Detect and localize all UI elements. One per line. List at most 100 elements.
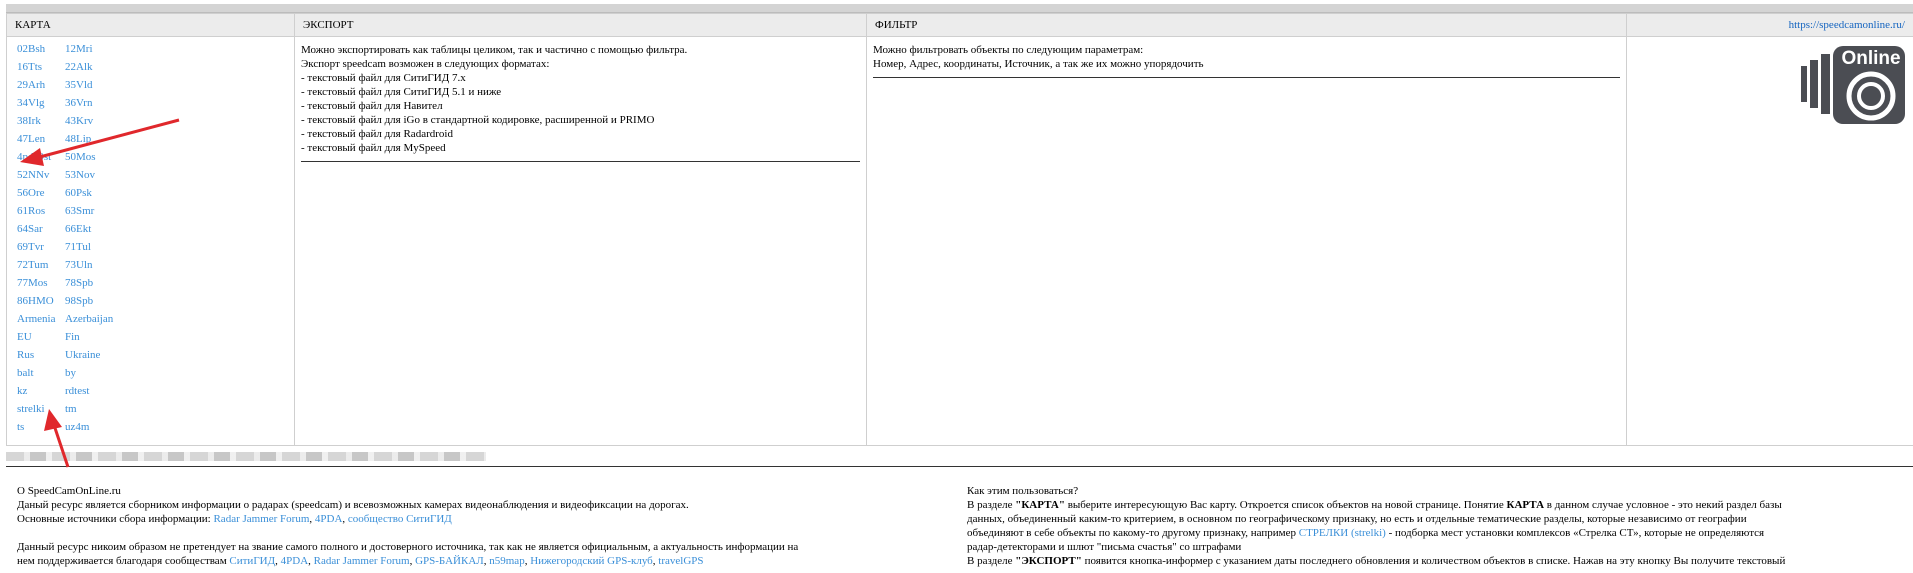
map-cell-item: tm xyxy=(65,403,113,421)
map-link[interactable]: 22Alk xyxy=(65,61,93,73)
about-line: Даный ресурс является сборником информац… xyxy=(17,499,689,511)
map-link[interactable]: EU xyxy=(17,331,32,343)
source-link-rjf[interactable]: Radar Jammer Forum xyxy=(213,513,309,525)
map-link[interactable]: 71Tul xyxy=(65,241,91,253)
map-link[interactable]: balt xyxy=(17,367,34,379)
map-link[interactable]: Fin xyxy=(65,331,80,343)
filter-line: Номер, Адрес, координаты, Источник, а та… xyxy=(873,58,1204,70)
map-row: 47Len 48Lip xyxy=(17,133,113,151)
map-link[interactable]: 29Arh xyxy=(17,79,45,91)
map-link[interactable]: 52NNv xyxy=(17,169,49,181)
map-link[interactable]: tm xyxy=(65,403,77,415)
top-bar xyxy=(6,4,1913,13)
map-cell-item: 43Krv xyxy=(65,115,113,133)
text: В разделе xyxy=(967,499,1016,511)
map-link[interactable]: Azerbaijan xyxy=(65,313,113,325)
map-link[interactable]: by xyxy=(65,367,76,379)
map-link[interactable]: rdtest xyxy=(65,385,89,397)
map-cell-item: 63Smr xyxy=(65,205,113,223)
map-link[interactable]: 86HMO xyxy=(17,295,54,307)
map-row: kz rdtest xyxy=(17,385,113,403)
map-link[interactable]: Rus xyxy=(17,349,34,361)
source-link-citygid[interactable]: сообщество СитиГИД xyxy=(348,513,452,525)
map-link[interactable]: 47Len xyxy=(17,133,45,145)
map-cell-item: ts xyxy=(17,421,65,439)
map-cell-item: 16Tts xyxy=(17,61,65,79)
map-link[interactable]: 56Ore xyxy=(17,187,45,199)
map-link[interactable]: kz xyxy=(17,385,27,397)
map-row: 38Irk 43Krv xyxy=(17,115,113,133)
map-link[interactable]: 53Nov xyxy=(65,169,95,181)
map-link[interactable]: uz4m xyxy=(65,421,89,433)
community-link[interactable]: СитиГИД xyxy=(229,555,275,567)
map-link[interactable]: 64Sar xyxy=(17,223,43,235)
map-link[interactable]: 34Vlg xyxy=(17,97,45,109)
strelki-link[interactable]: СТРЕЛКИ (strelki) xyxy=(1299,527,1386,539)
map-link[interactable]: 98Spb xyxy=(65,295,93,307)
map-link[interactable]: 78Spb xyxy=(65,277,93,289)
map-row: 02Bsh 12Mri xyxy=(17,43,113,61)
map-link[interactable]: 69Tvr xyxy=(17,241,44,253)
map-cell-item: by xyxy=(65,367,113,385)
map-cell-item: 73Uln xyxy=(65,259,113,277)
map-link[interactable]: 12Mri xyxy=(65,43,93,55)
map-cell-item: 71Tul xyxy=(65,241,113,259)
map-row: 56Ore 60Psk xyxy=(17,187,113,205)
map-cell-item: uz4m xyxy=(65,421,113,439)
community-link[interactable]: 4PDA xyxy=(281,555,309,567)
filter-line: Можно фильтровать объекты по следующим п… xyxy=(873,44,1144,56)
logo-text: Online xyxy=(1841,48,1900,69)
text-bold: "КАРТА" xyxy=(1015,499,1065,511)
map-link[interactable]: 4pda0st xyxy=(17,151,51,163)
header-filter: ФИЛЬТР xyxy=(866,13,1627,37)
map-link[interactable]: 36Vrn xyxy=(65,97,92,109)
map-link[interactable]: 61Ros xyxy=(17,205,45,217)
map-link[interactable]: 16Tts xyxy=(17,61,42,73)
map-link[interactable]: ts xyxy=(17,421,24,433)
map-link[interactable]: 43Krv xyxy=(65,115,93,127)
map-link[interactable]: 35Vld xyxy=(65,79,93,91)
community-link[interactable]: Нижегородский GPS-клуб xyxy=(530,555,653,567)
map-row: Armenia Azerbaijan xyxy=(17,313,113,331)
map-link[interactable]: 38Irk xyxy=(17,115,41,127)
map-link[interactable]: 72Tum xyxy=(17,259,48,271)
community-link[interactable]: GPS-БАЙКАЛ xyxy=(415,555,484,567)
speedcam-online-logo[interactable]: Online xyxy=(1801,46,1905,124)
export-line: Экспорт speedcam возможен в следующих фо… xyxy=(301,58,550,70)
map-link[interactable]: 66Ekt xyxy=(65,223,91,235)
text: выберите интересующую Вас карту. Откроет… xyxy=(1064,499,1507,511)
map-link[interactable]: strelki xyxy=(17,403,45,415)
map-cell-item: 22Alk xyxy=(65,61,113,79)
map-cell-item: 34Vlg xyxy=(17,97,65,115)
map-link[interactable]: 73Uln xyxy=(65,259,93,271)
map-link[interactable]: 50Mos xyxy=(65,151,96,163)
community-link[interactable]: Radar Jammer Forum xyxy=(314,555,410,567)
map-row: 34Vlg 36Vrn xyxy=(17,97,113,115)
map-link[interactable]: 60Psk xyxy=(65,187,92,199)
filter-divider xyxy=(873,77,1620,78)
map-link[interactable]: 48Lip xyxy=(65,133,91,145)
export-line: - текстовый файл для СитиГИД 7.x xyxy=(301,72,466,84)
map-row: balt by xyxy=(17,367,113,385)
map-row: 64Sar 66Ekt xyxy=(17,223,113,241)
site-link[interactable]: https://speedcamonline.ru/ xyxy=(1789,19,1905,31)
community-link[interactable]: travelGPS xyxy=(658,555,703,567)
map-link[interactable]: 63Smr xyxy=(65,205,94,217)
about-title: О SpeedCamOnLine.ru xyxy=(17,485,121,497)
sources-label: Основные источники сбора информации: xyxy=(17,513,214,525)
map-link[interactable]: 77Mos xyxy=(17,277,48,289)
map-link[interactable]: Armenia xyxy=(17,313,55,325)
map-link[interactable]: 02Bsh xyxy=(17,43,45,55)
source-link-4pda[interactable]: 4PDA xyxy=(315,513,343,525)
map-cell-item: 98Spb xyxy=(65,295,113,313)
map-link[interactable]: Ukraine xyxy=(65,349,100,361)
community-link[interactable]: n59map xyxy=(489,555,524,567)
howto-title: Как этим пользоваться? xyxy=(967,485,1079,497)
map-row: EU Fin xyxy=(17,331,113,349)
map-cell-item: 53Nov xyxy=(65,169,113,187)
map-cell-item: 50Mos xyxy=(65,151,113,169)
map-list: 02Bsh 12Mri 16Tts 22Alk 29Arh 35Vld 34Vlg 36Vrn… xyxy=(17,43,113,439)
howto-line: данных, объединенный каким-то критерием,… xyxy=(967,513,1747,525)
map-cell-item: Ukraine xyxy=(65,349,113,367)
export-line: - текстовый файл для iGo в стандартной к… xyxy=(301,114,655,126)
